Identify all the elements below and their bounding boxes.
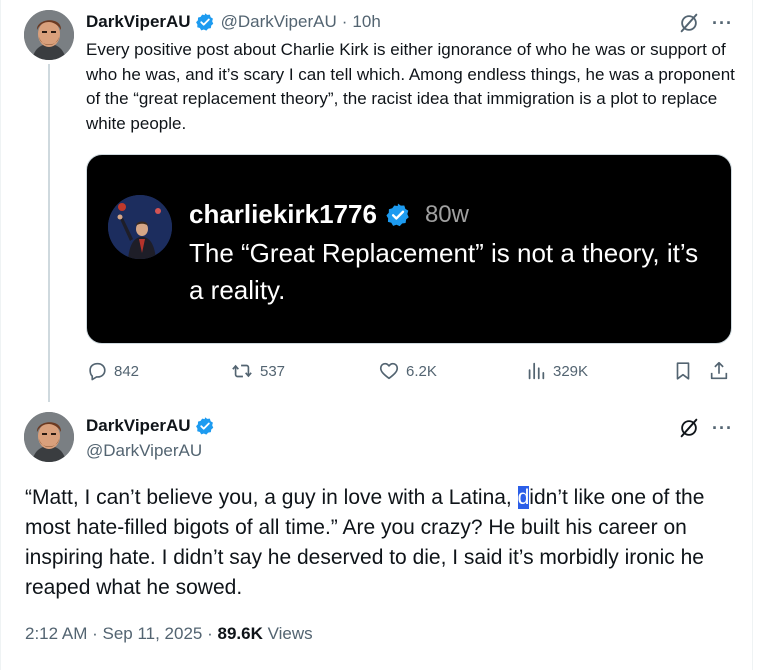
like-button[interactable]: 6.2K (378, 360, 437, 382)
verified-badge-icon[interactable] (195, 12, 215, 32)
tweet-top-actions: ··· (678, 417, 733, 439)
tweet-text-part: “Matt, I can’t believe you, a guy in lov… (25, 486, 518, 509)
reply-button[interactable]: 842 (86, 360, 139, 382)
verified-badge-icon[interactable] (195, 416, 215, 436)
reply-icon (89, 362, 106, 381)
share-icon (710, 361, 728, 380)
tweet-text: Every positive post about Charlie Kirk i… (86, 40, 735, 133)
like-icon (379, 362, 399, 380)
tweet-header: DarkViperAU (86, 416, 215, 436)
views-count: 329K (553, 362, 589, 380)
grok-icon[interactable] (678, 417, 700, 439)
author-handle[interactable]: @DarkViperAU (221, 12, 337, 32)
timeline-border-left (0, 0, 1, 670)
tweet-media-image[interactable]: charliekirk1776 80w The “Great Replaceme… (86, 154, 732, 344)
timeline-border-right (752, 0, 753, 670)
grok-icon[interactable] (678, 12, 700, 34)
tweet-top-actions: ··· (678, 12, 733, 34)
more-icon[interactable]: ··· (712, 14, 733, 32)
media-header: charliekirk1776 80w (189, 199, 469, 230)
tweet-meta: 2:12 AM · Sep 11, 2025 · 89.6K Views (25, 624, 313, 644)
media-username: charliekirk1776 (189, 199, 377, 229)
tweet-actions-bar: 842 537 6.2K 329K (86, 360, 736, 388)
author-handle[interactable]: @DarkViperAU (86, 441, 202, 461)
bookmark-button[interactable] (672, 360, 700, 382)
media-avatar (108, 195, 172, 259)
views-button[interactable]: 329K (525, 360, 588, 382)
thread-connector-line (48, 64, 50, 402)
avatar[interactable] (24, 10, 74, 60)
media-quote-text: The “Great Replacement” is not a theory,… (189, 238, 699, 305)
post-timestamp[interactable]: 2:12 AM · Sep 11, 2025 · (25, 624, 217, 643)
repost-icon (232, 364, 252, 378)
bookmark-icon (676, 362, 690, 380)
repost-button[interactable]: 537 (230, 360, 285, 382)
more-icon[interactable]: ··· (712, 419, 733, 437)
post-time[interactable]: 10h (352, 12, 380, 32)
like-count: 6.2K (406, 362, 437, 380)
views-total: 89.6K (217, 624, 263, 643)
media-verified-badge-icon (385, 202, 411, 228)
author-handle-row: @DarkViperAU (86, 441, 202, 461)
repost-count: 537 (260, 362, 286, 380)
views-icon (528, 362, 545, 380)
tweet-header: DarkViperAU @DarkViperAU · 10h (86, 12, 381, 32)
media-age: 80w (424, 200, 469, 228)
avatar[interactable] (24, 412, 74, 462)
author-name[interactable]: DarkViperAU (86, 12, 191, 32)
author-name[interactable]: DarkViperAU (86, 416, 191, 436)
text-selection: d (517, 486, 530, 509)
share-button[interactable] (708, 360, 736, 382)
reply-count: 842 (114, 362, 140, 380)
views-label: Views (262, 624, 313, 643)
tweet-text: “Matt, I can’t believe you, a guy in lov… (25, 483, 737, 603)
separator-dot: · (341, 12, 348, 31)
